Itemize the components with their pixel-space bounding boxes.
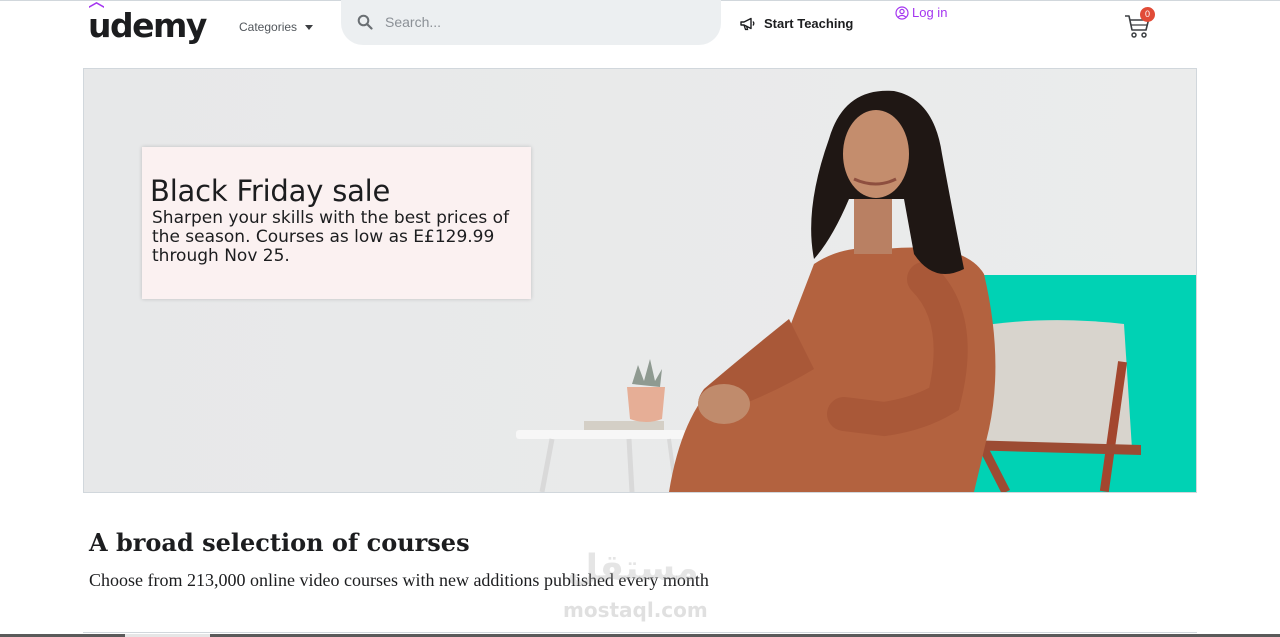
promo-text: Sharpen your skills with the best prices…: [152, 208, 510, 266]
caret-down-icon: [305, 24, 314, 30]
content-divider: [83, 632, 1197, 633]
section-subtitle: Choose from 213,000 online video courses…: [89, 570, 709, 590]
start-teaching-label: Start Teaching: [764, 16, 854, 31]
promo-title: Black Friday sale: [150, 174, 391, 208]
cart-count-badge: 0: [1140, 7, 1155, 22]
search-bar: [341, 0, 721, 45]
login-label: Log in: [912, 5, 948, 20]
categories-menu[interactable]: Categories: [239, 20, 314, 34]
categories-label: Categories: [239, 20, 298, 34]
udemy-logo[interactable]: udemy: [88, 2, 207, 46]
user-circle-icon: [895, 5, 909, 20]
search-input[interactable]: [385, 10, 705, 34]
logo-text: udemy: [88, 6, 207, 45]
logo-hat-icon: [89, 2, 104, 8]
start-teaching-button[interactable]: Start Teaching: [740, 16, 853, 31]
search-icon[interactable]: [357, 14, 373, 30]
promo-card: Black Friday sale Sharpen your skills wi…: [142, 147, 531, 299]
megaphone-icon: [740, 17, 755, 30]
watermark-latin: mostaql.com: [563, 598, 708, 622]
login-link[interactable]: Log in: [895, 5, 947, 20]
section-title: A broad selection of courses: [89, 528, 470, 557]
